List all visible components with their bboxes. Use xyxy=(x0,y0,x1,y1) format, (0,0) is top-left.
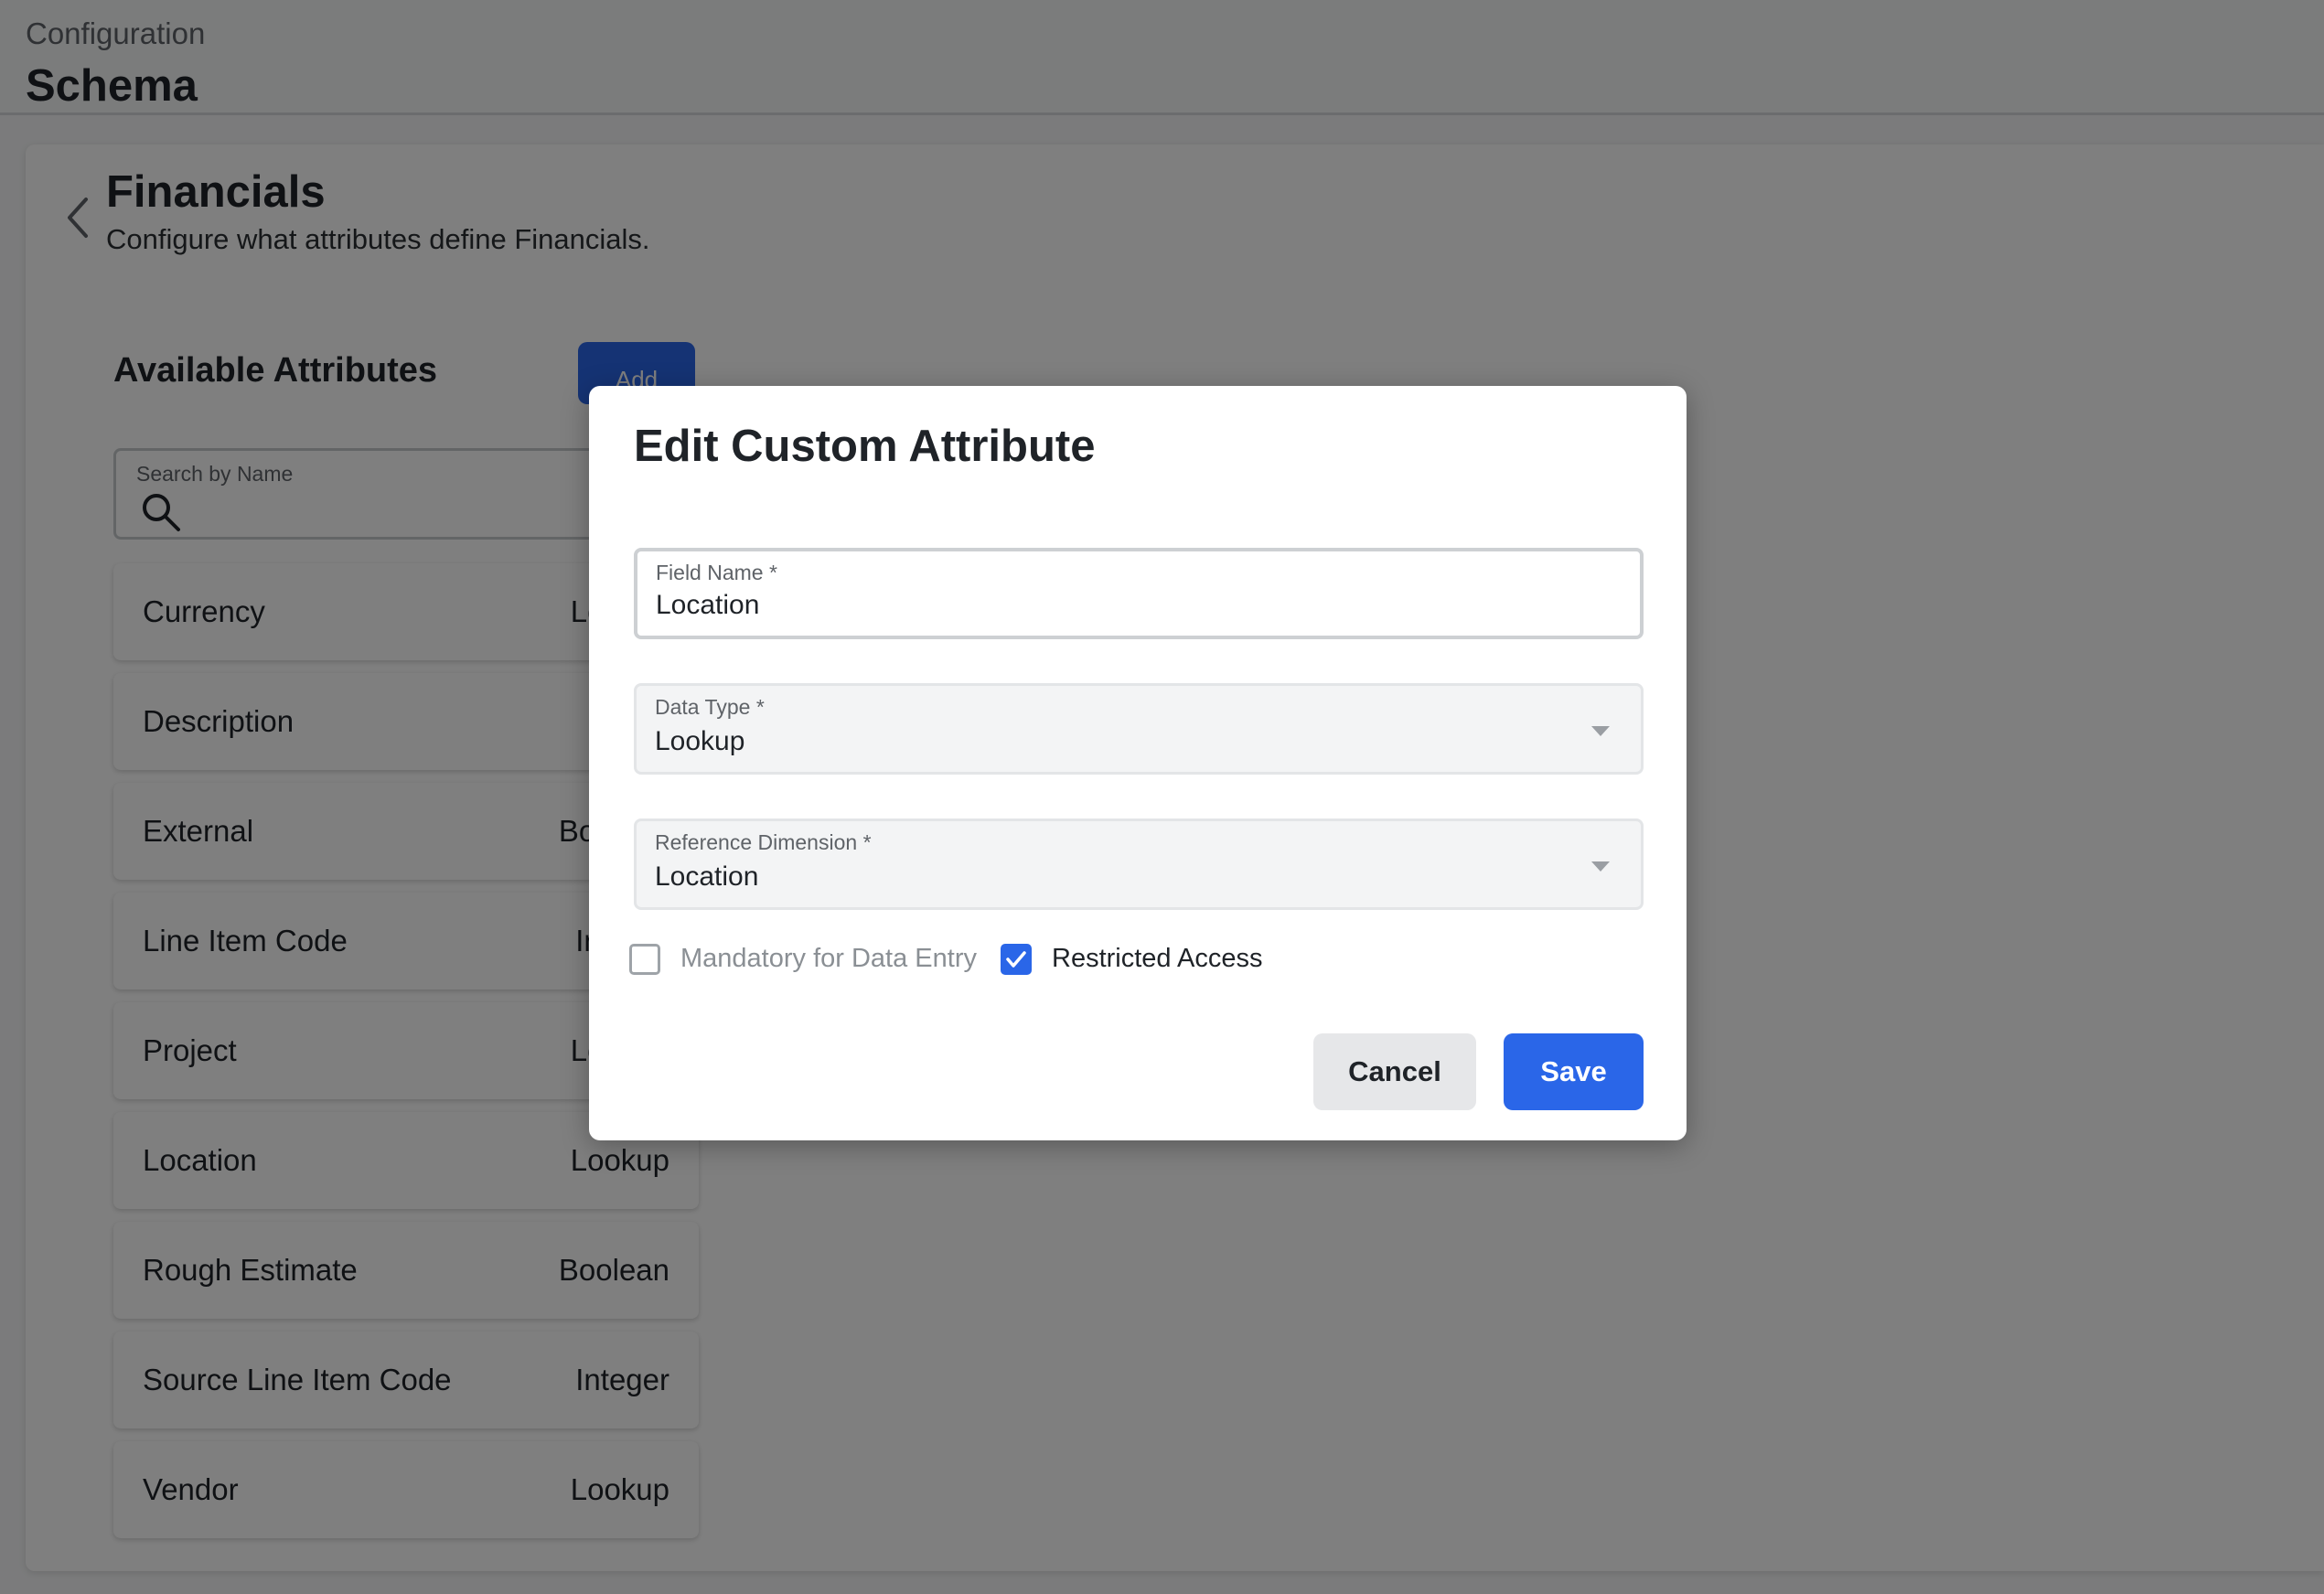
data-type-label: Data Type * xyxy=(655,695,765,719)
mandatory-label[interactable]: Mandatory for Data Entry xyxy=(680,944,977,974)
required-mark: * xyxy=(862,830,872,854)
cancel-button[interactable]: Cancel xyxy=(1313,1033,1476,1110)
dialog-title: Edit Custom Attribute xyxy=(634,422,1096,471)
chevron-down-icon xyxy=(1591,726,1610,736)
required-mark: * xyxy=(755,695,765,719)
data-type-select[interactable]: Data Type * Lookup xyxy=(634,683,1644,775)
chevron-down-icon xyxy=(1591,861,1610,872)
save-button[interactable]: Save xyxy=(1504,1033,1644,1110)
restricted-access-checkbox[interactable] xyxy=(1001,944,1032,975)
required-mark: * xyxy=(769,561,777,584)
field-name-input[interactable]: Field Name * Location xyxy=(634,548,1644,639)
reference-dimension-value: Location xyxy=(655,861,759,892)
reference-dimension-select[interactable]: Reference Dimension * Location xyxy=(634,818,1644,910)
field-name-label: Field Name * xyxy=(656,561,777,584)
edit-custom-attribute-dialog: Edit Custom Attribute Field Name * Locat… xyxy=(589,386,1687,1140)
data-type-value: Lookup xyxy=(655,726,745,756)
mandatory-checkbox[interactable] xyxy=(629,944,660,975)
field-name-value: Location xyxy=(656,590,760,620)
restricted-access-label[interactable]: Restricted Access xyxy=(1052,944,1262,974)
reference-dimension-label: Reference Dimension * xyxy=(655,830,872,854)
checkmark-icon xyxy=(1006,951,1026,968)
schema-page: Configuration Schema Financials Configur… xyxy=(0,0,2324,1594)
